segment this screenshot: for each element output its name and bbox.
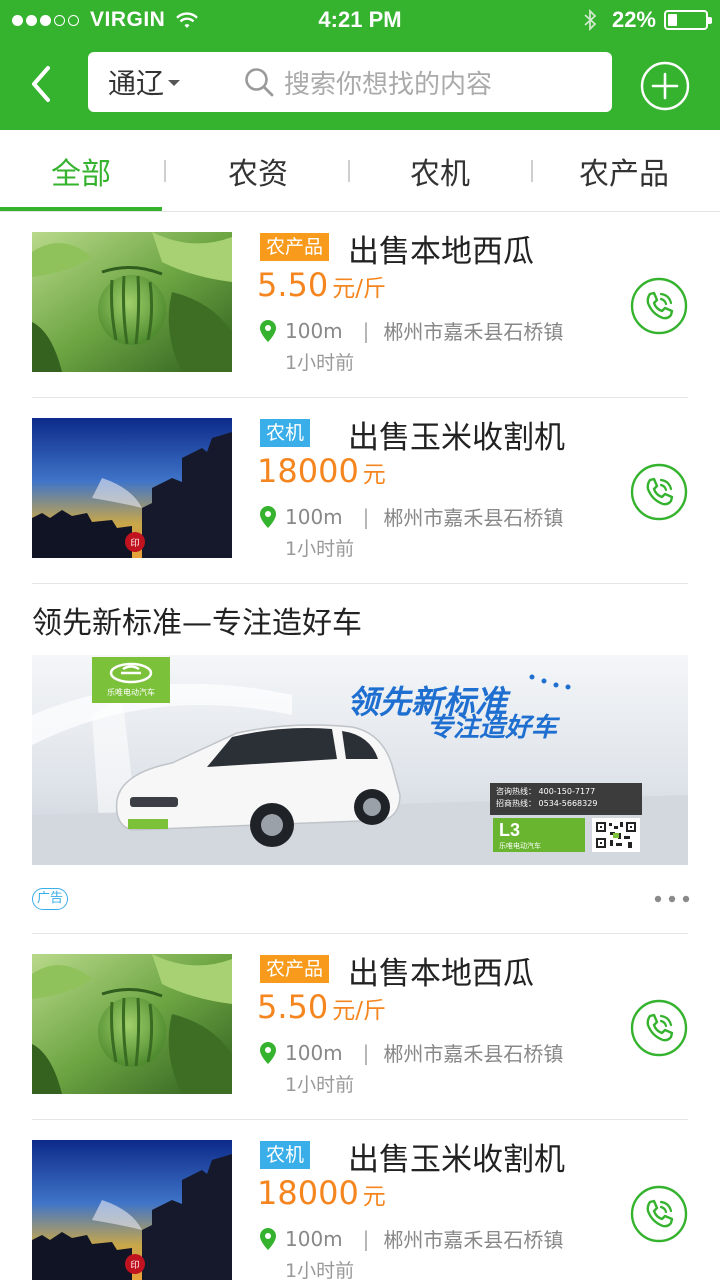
item-title: 出售本地西瓜 [348, 234, 534, 270]
ad-label-badge: 广告 [32, 888, 69, 910]
distance: 100m [285, 1040, 343, 1065]
svg-text:印: 印 [130, 1259, 139, 1271]
location-row: 100m | 郴州市嘉禾县石桥镇 [260, 1224, 563, 1253]
location-row: 100m | 郴州市嘉禾县石桥镇 [260, 316, 563, 345]
tab-all[interactable]: 全部 [0, 130, 162, 212]
location-pin-icon [260, 1227, 276, 1250]
caret-down-icon [168, 80, 181, 86]
hotline-business: 招商热线： 0534-5668329 [496, 799, 598, 808]
bluetooth-icon [584, 8, 597, 32]
time-ago: 1小时前 [285, 1260, 355, 1280]
plus-circle-icon[interactable] [640, 61, 690, 111]
list-item[interactable]: 印 农机 出售玉米收割机 18000 元 100m | 郴州市嘉禾县石桥镇 1小时… [32, 398, 688, 584]
price-value: 18000 [257, 1174, 359, 1212]
ad-hotline-box: 咨询热线： 400-150-7177 招商热线： 0534-5668329 [490, 783, 642, 815]
status-right: 22% [582, 7, 712, 33]
ad-model-badge: L3 乐唯电动汽车 [493, 818, 585, 852]
chevron-left-icon[interactable] [22, 62, 62, 106]
item-price: 18000 元 [257, 1174, 386, 1212]
separator: | [362, 504, 370, 529]
location-pin-icon [260, 1041, 276, 1064]
battery-fill [668, 14, 677, 26]
category-tag: 农产品 [260, 233, 330, 261]
tab-machinery[interactable]: 农机 [350, 130, 530, 212]
item-title: 出售本地西瓜 [348, 956, 534, 992]
price-value: 5.50 [257, 988, 329, 1026]
time-ago: 1小时前 [285, 538, 355, 560]
separator: | [362, 1040, 370, 1065]
battery-percent: 22% [611, 7, 656, 32]
distance: 100m [285, 504, 343, 529]
separator: | [362, 1226, 370, 1251]
price-unit: 元/斤 [332, 276, 386, 302]
location-row: 100m | 郴州市嘉禾县石桥镇 [260, 502, 563, 531]
tab-produce[interactable]: 农产品 [534, 130, 714, 212]
status-bar: VIRGIN 4:21 PM 22% [0, 0, 720, 40]
list-item[interactable]: 农产品 出售本地西瓜 5.50 元/斤 100m | 郴州市嘉禾县石桥镇 1小时前 [32, 212, 688, 398]
search-input[interactable]: 搜索你想找的内容 [284, 64, 492, 101]
hotline-consult: 咨询热线： 400-150-7177 [496, 787, 596, 796]
tab-divider [531, 160, 533, 182]
location-row: 100m | 郴州市嘉禾县石桥镇 [260, 1038, 563, 1067]
category-tag: 农机 [260, 419, 311, 447]
battery-icon [664, 10, 712, 30]
ad-slogan-line2: 专注造好车 [427, 713, 558, 743]
phone-call-icon[interactable] [630, 999, 688, 1057]
location-pin-icon [260, 505, 276, 528]
item-title: 出售玉米收割机 [348, 420, 565, 456]
phone-call-icon[interactable] [630, 277, 688, 335]
time-ago: 1小时前 [285, 352, 355, 374]
location-text: 郴州市嘉禾县石桥镇 [383, 1228, 564, 1252]
phone-call-icon[interactable] [630, 463, 688, 521]
active-tab-indicator [0, 207, 162, 211]
category-tag: 农机 [260, 1141, 311, 1169]
item-price: 5.50 元/斤 [257, 988, 386, 1026]
region-label: 通辽 [108, 67, 165, 100]
tab-divider [164, 160, 166, 182]
model-name: L3 [499, 820, 521, 840]
sunset-skyline-photo: 印 [32, 1140, 232, 1280]
distance: 100m [285, 318, 343, 343]
more-dots-icon[interactable] [654, 895, 690, 903]
location-pin-icon [260, 319, 276, 342]
qr-code-icon [592, 818, 640, 852]
watermelon-photo [32, 232, 232, 372]
model-brand: 乐唯电动汽车 [499, 842, 541, 850]
price-value: 18000 [257, 452, 359, 490]
item-price: 18000 元 [257, 452, 386, 490]
ad-title[interactable]: 领先新标准—专注造好车 [32, 598, 362, 642]
price-unit: 元 [362, 462, 386, 488]
top-header: VIRGIN 4:21 PM 22% 通辽 搜索你想找的内容 [0, 0, 720, 130]
ad-brand-name: 乐唯电动汽车 [107, 688, 155, 697]
item-price: 5.50 元/斤 [257, 266, 386, 304]
region-selector[interactable]: 通辽 [108, 62, 181, 102]
list-item[interactable]: 印 农机 出售玉米收割机 18000 元 100m | 郴州市嘉禾县石桥镇 1小时… [32, 1120, 688, 1280]
price-value: 5.50 [257, 266, 329, 304]
location-text: 郴州市嘉禾县石桥镇 [383, 1042, 564, 1066]
ad-banner[interactable]: 乐唯电动汽车 领先新标准 专注造好车 咨询热线： 400-150-7177 招商… [32, 655, 688, 865]
ad-brand-logo: 乐唯电动汽车 [92, 657, 170, 703]
price-unit: 元 [362, 1184, 386, 1210]
tab-supplies[interactable]: 农资 [168, 130, 348, 212]
price-unit: 元/斤 [332, 998, 386, 1024]
location-text: 郴州市嘉禾县石桥镇 [383, 506, 564, 530]
search-icon [245, 68, 274, 97]
location-text: 郴州市嘉禾县石桥镇 [383, 320, 564, 344]
list-item[interactable]: 农产品 出售本地西瓜 5.50 元/斤 100m | 郴州市嘉禾县石桥镇 1小时前 [32, 934, 688, 1120]
phone-call-icon[interactable] [630, 1185, 688, 1243]
sunset-skyline-photo: 印 [32, 418, 232, 558]
item-title: 出售玉米收割机 [348, 1142, 565, 1178]
search-bar[interactable]: 通辽 搜索你想找的内容 [88, 52, 612, 112]
brand-e-icon [109, 662, 153, 684]
separator: | [362, 318, 370, 343]
distance: 100m [285, 1226, 343, 1251]
category-tag: 农产品 [260, 955, 330, 983]
svg-text:印: 印 [130, 537, 139, 549]
time-ago: 1小时前 [285, 1074, 355, 1096]
category-tabs: 全部 农资 农机 农产品 [0, 130, 720, 212]
watermelon-photo [32, 954, 232, 1094]
